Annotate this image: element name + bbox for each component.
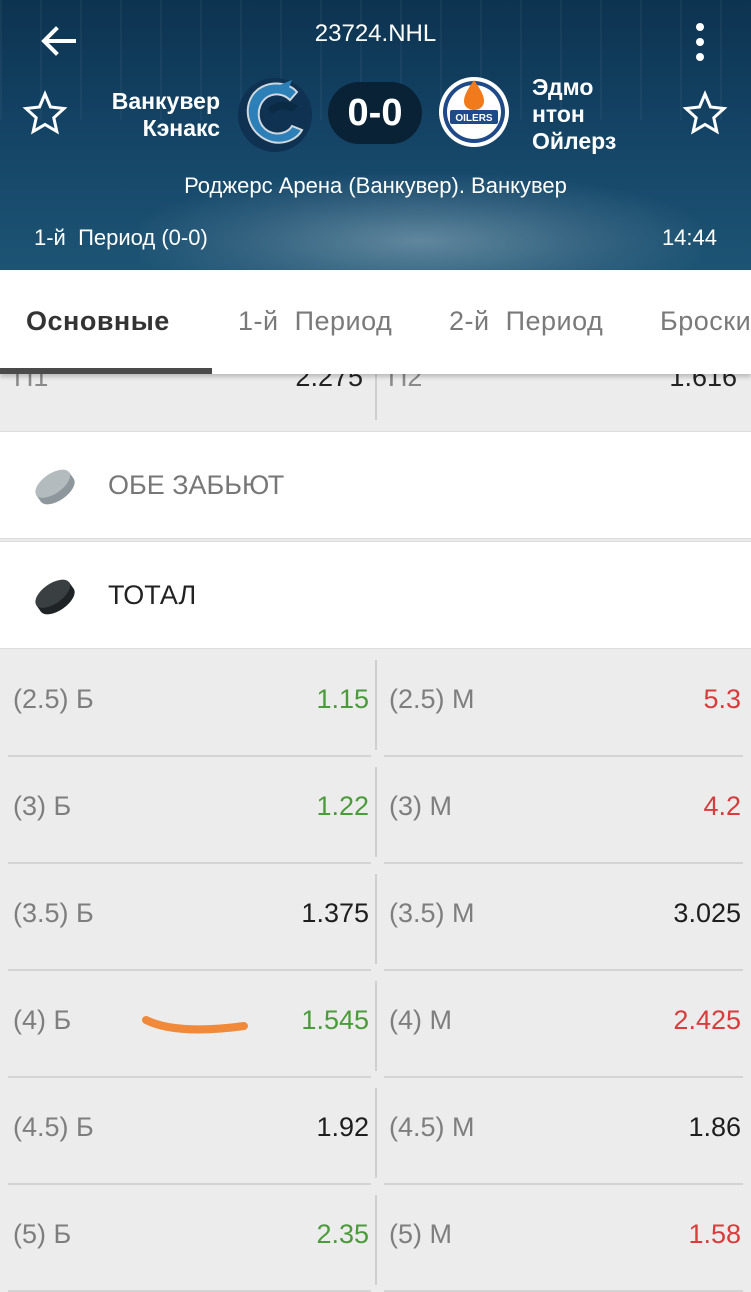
tab-shots[interactable]: Броски xyxy=(660,306,751,337)
odds-value: 1.375 xyxy=(301,898,369,928)
p1-value[interactable]: 2.275 xyxy=(295,374,363,393)
section-total[interactable]: ТОТАЛ xyxy=(0,541,751,649)
odds-label: (2.5) Б xyxy=(13,684,94,714)
canucks-logo-icon xyxy=(238,78,312,152)
odds-cell-under[interactable]: (4) М 2.425 xyxy=(384,971,743,1078)
home-team-name: Ванкувер Кэнакс xyxy=(111,88,220,141)
markets-list[interactable]: П1 2.275 П2 1.616 ОБЕ ЗАБЬЮТ ТОТАЛ (2.5)… xyxy=(0,374,751,1292)
column-divider xyxy=(375,874,377,964)
odds-value: 1.58 xyxy=(688,1219,741,1249)
odds-cell-over[interactable]: (2.5) Б 1.15 xyxy=(8,650,371,757)
match-id: 23724.NHL xyxy=(314,20,437,47)
active-tab-indicator xyxy=(0,368,212,374)
column-divider xyxy=(375,1088,377,1178)
tab-period-1[interactable]: 1-й Период xyxy=(238,306,392,337)
odds-label: (3.5) М xyxy=(389,898,475,928)
odds-label: (3.5) Б xyxy=(13,898,94,928)
total-odds-row: (3.5) Б 1.375 (3.5) М 3.025 xyxy=(0,864,751,971)
odds-cell-over[interactable]: (4.5) Б 1.92 xyxy=(8,1078,371,1185)
odds-label: (4.5) Б xyxy=(13,1112,94,1142)
tab-main[interactable]: Основные xyxy=(26,306,170,337)
section-both-score[interactable]: ОБЕ ЗАБЬЮТ xyxy=(0,431,751,539)
total-odds-row: (3) Б 1.22 (3) М 4.2 xyxy=(0,757,751,864)
column-divider xyxy=(375,981,377,1071)
p2-label: П2 xyxy=(388,374,423,392)
favorite-home-star-icon[interactable] xyxy=(22,90,68,136)
odds-cell-under[interactable]: (4.5) М 1.86 xyxy=(384,1078,743,1185)
more-vert-icon xyxy=(696,23,704,31)
odds-value: 1.92 xyxy=(316,1112,369,1142)
odds-label: (2.5) М xyxy=(389,684,475,714)
odds-cell-over[interactable]: (3.5) Б 1.375 xyxy=(8,864,371,971)
total-odds-row: (5) Б 2.35 (5) М 1.58 xyxy=(0,1185,751,1292)
column-divider xyxy=(375,1195,377,1285)
oilers-logo-text: OILERS xyxy=(455,113,493,124)
odds-label: (4.5) М xyxy=(389,1112,475,1142)
away-team-name: Эдмо нтон Ойлерз xyxy=(532,74,617,154)
column-divider xyxy=(375,660,377,750)
odds-label: (3) Б xyxy=(13,791,72,821)
column-divider xyxy=(375,767,377,857)
odds-value: 2.425 xyxy=(673,1005,741,1035)
game-clock: 14:44 xyxy=(661,225,717,250)
oilers-logo-icon: OILERS xyxy=(439,77,509,147)
column-divider xyxy=(375,374,377,420)
odds-label: (5) Б xyxy=(13,1219,72,1249)
odds-value: 1.22 xyxy=(316,791,369,821)
match-header: 23724.NHL Ванкувер Кэнакс 0-0 OILERS Эдм… xyxy=(0,0,751,270)
market-tabs: Основные 1-й Период 2-й Период Броски xyxy=(0,270,751,374)
score-display: 0-0 xyxy=(328,82,422,144)
odds-value: 1.545 xyxy=(301,1005,369,1035)
section-title-total: ТОТАЛ xyxy=(108,580,197,610)
odds-label: (4) М xyxy=(389,1005,452,1035)
period-status: 1-й Период (0-0) xyxy=(34,225,208,250)
venue-text: Роджерс Арена (Ванкувер). Ванкувер xyxy=(184,173,567,198)
odds-label: (5) М xyxy=(389,1219,452,1249)
total-odds-row: (2.5) Б 1.15 (2.5) М 5.3 xyxy=(0,650,751,757)
odds-label: (4) Б xyxy=(13,1005,72,1035)
odds-value: 3.025 xyxy=(673,898,741,928)
odds-value: 1.86 xyxy=(688,1112,741,1142)
odds-cell-over[interactable]: (5) Б 2.35 xyxy=(8,1185,371,1292)
favorite-away-star-icon[interactable] xyxy=(682,90,728,136)
odds-cell-under[interactable]: (3.5) М 3.025 xyxy=(384,864,743,971)
section-title-both-score: ОБЕ ЗАБЬЮТ xyxy=(108,470,285,500)
hand-drawn-mark xyxy=(142,1016,248,1034)
more-menu-button[interactable] xyxy=(686,20,716,64)
odds-cell-under[interactable]: (5) М 1.58 xyxy=(384,1185,743,1292)
total-odds-row: (4.5) Б 1.92 (4.5) М 1.86 xyxy=(0,1078,751,1185)
odds-value: 5.3 xyxy=(703,684,741,714)
puck-icon xyxy=(35,469,75,505)
odds-cell-under[interactable]: (3) М 4.2 xyxy=(384,757,743,864)
odds-value: 2.35 xyxy=(316,1219,369,1249)
puck-icon xyxy=(35,579,75,615)
tab-period-2[interactable]: 2-й Период xyxy=(449,306,603,337)
p2-value[interactable]: 1.616 xyxy=(669,374,737,393)
total-odds-row: (4) Б 1.545 (4) М 2.425 xyxy=(0,971,751,1078)
winner-row-partial: П1 2.275 П2 1.616 xyxy=(0,374,751,430)
odds-cell-over[interactable]: (3) Б 1.22 xyxy=(8,757,371,864)
odds-value: 1.15 xyxy=(316,684,369,714)
odds-cell-under[interactable]: (2.5) М 5.3 xyxy=(384,650,743,757)
odds-value: 4.2 xyxy=(703,791,741,821)
odds-label: (3) М xyxy=(389,791,452,821)
p1-label: П1 xyxy=(14,374,49,392)
